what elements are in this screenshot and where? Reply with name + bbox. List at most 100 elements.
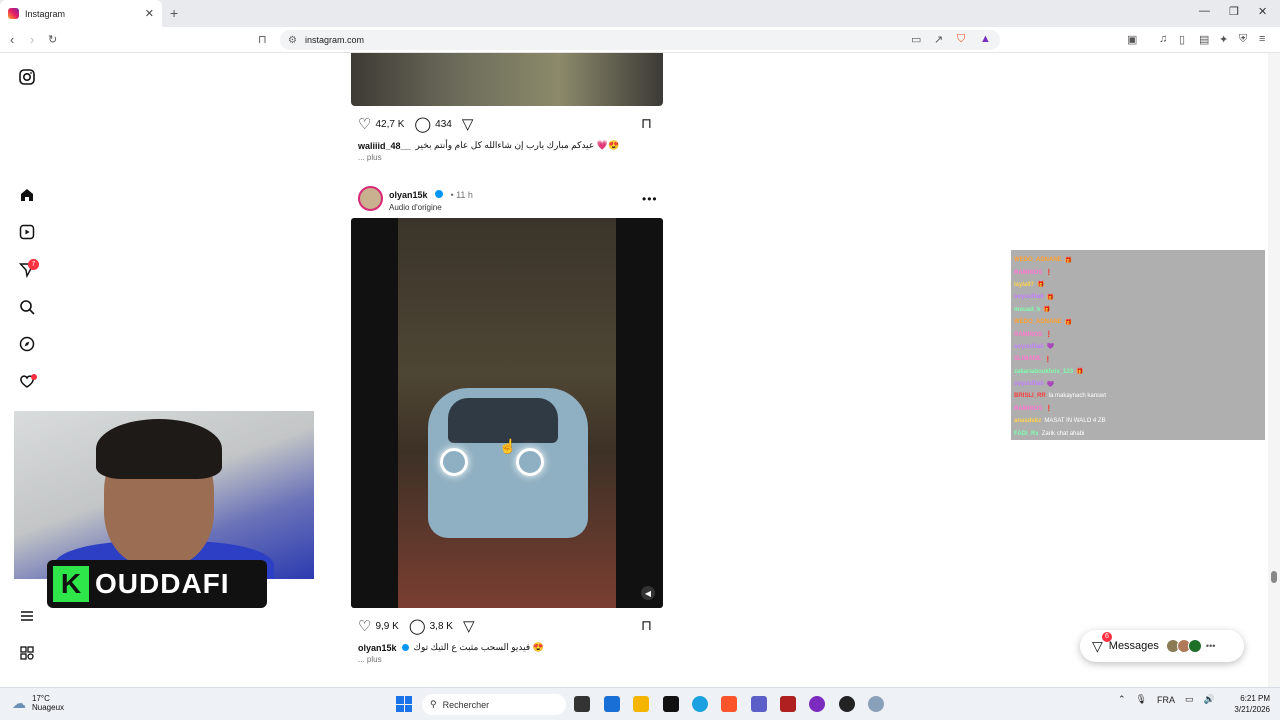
share-icon[interactable]: ▽ bbox=[463, 617, 475, 635]
mute-icon[interactable]: ◀ bbox=[641, 586, 655, 600]
edge-icon[interactable] bbox=[692, 696, 708, 712]
menu-icon[interactable] bbox=[18, 607, 36, 625]
browser-tab-bar: Instagram ✕ + — ❐ ✕ bbox=[0, 0, 1280, 27]
browser-toolbar: ‹ › ↻ ⊓ ⚙ instagram.com ▭ ↗ ⛉ ▲ ▣ ♫ ▯ ▤ … bbox=[0, 27, 1280, 53]
share-icon[interactable]: ↗ bbox=[934, 33, 943, 46]
post-username[interactable]: olyan15k bbox=[389, 190, 428, 200]
chat-message: RAMINOS ❗ bbox=[1011, 328, 1265, 340]
post-image[interactable] bbox=[351, 53, 663, 106]
close-window-icon[interactable]: ✕ bbox=[1258, 5, 1267, 18]
tab-close-icon[interactable]: ✕ bbox=[145, 7, 154, 20]
caption-username[interactable]: waliiid_48__ bbox=[358, 141, 411, 151]
site-info-icon[interactable]: ⚙ bbox=[288, 35, 297, 46]
cast-icon[interactable]: ▭ bbox=[911, 33, 921, 46]
teams-icon[interactable] bbox=[751, 696, 767, 712]
instagram-logo-icon[interactable] bbox=[18, 68, 36, 86]
chat-username: RAMINOS bbox=[1014, 269, 1043, 276]
weather-widget[interactable]: ☁ 17°C Nuageux bbox=[12, 694, 64, 712]
chat-username: soyoufilali bbox=[1014, 294, 1044, 301]
wallet-icon[interactable]: ▤ bbox=[1199, 33, 1209, 46]
post-options-icon[interactable]: ••• bbox=[642, 192, 658, 206]
chat-text: la makaynach kanswt bbox=[1048, 393, 1107, 400]
browser-menu-icon[interactable]: ≡ bbox=[1259, 33, 1265, 45]
post2-caption: olyan15k فيديو السحب مثبت ع التيك توك 😍 bbox=[358, 642, 544, 653]
tiktok-icon[interactable] bbox=[663, 696, 679, 712]
explore-icon[interactable] bbox=[18, 335, 36, 353]
scrollbar-thumb[interactable] bbox=[1271, 571, 1277, 583]
taskbar-search[interactable]: ⚲ Rechercher bbox=[422, 694, 566, 715]
chat-text: 🎁 bbox=[1064, 257, 1073, 264]
post-audio[interactable]: Audio d'origine bbox=[389, 203, 473, 212]
save-icon[interactable]: ⊓ bbox=[641, 115, 652, 132]
bookmark-page-icon[interactable]: ⊓ bbox=[258, 33, 267, 46]
minimize-icon[interactable]: — bbox=[1199, 5, 1210, 17]
chat-message: RAMINOS ❗ bbox=[1011, 403, 1265, 415]
search-icon[interactable] bbox=[18, 298, 36, 316]
voicemod-icon[interactable] bbox=[780, 696, 796, 712]
comment-icon[interactable]: ◯ bbox=[414, 115, 431, 133]
like-icon[interactable]: ♡ bbox=[358, 617, 371, 635]
new-tab-button[interactable]: + bbox=[170, 5, 178, 21]
task-view-icon[interactable] bbox=[574, 696, 590, 712]
caption-more-link[interactable]: ... plus bbox=[358, 655, 382, 664]
tab-instagram[interactable]: Instagram ✕ bbox=[0, 0, 162, 27]
forward-icon[interactable]: › bbox=[30, 32, 34, 47]
post-video[interactable]: ◀ bbox=[351, 218, 663, 608]
home-icon[interactable] bbox=[18, 186, 36, 204]
comment-count: 434 bbox=[435, 118, 452, 130]
brave-shields-icon[interactable]: ⛉ bbox=[957, 33, 965, 46]
spotify-icon[interactable] bbox=[809, 696, 825, 712]
media-icon[interactable]: ♫ bbox=[1159, 33, 1167, 45]
page-scrollbar[interactable] bbox=[1268, 53, 1280, 687]
mouse-cursor-icon: ☝ bbox=[499, 438, 517, 454]
like-icon[interactable]: ♡ bbox=[358, 115, 371, 133]
chat-text: ❗ bbox=[1044, 356, 1052, 363]
weather-desc: Nuageux bbox=[32, 703, 65, 712]
messages-button[interactable]: ▽ 6 Messages ••• bbox=[1080, 630, 1244, 662]
chat-message: WEDO_ADNANE 🎁 bbox=[1011, 254, 1265, 266]
caption-text: فيديو السحب مثبت ع التيك توك 😍 bbox=[413, 642, 544, 652]
system-tray: ⌃ 🎙 FRA ▭ 🔊 bbox=[1118, 694, 1215, 705]
sidebar-panel-icon[interactable]: ▣ bbox=[1127, 33, 1137, 46]
leo-ai-icon[interactable]: ✦ bbox=[1219, 33, 1228, 46]
caption-more-link[interactable]: ... plus bbox=[358, 153, 382, 162]
like-count: 9,9 K bbox=[375, 620, 399, 632]
network-icon[interactable]: ▭ bbox=[1185, 694, 1194, 705]
avatar[interactable] bbox=[358, 186, 383, 211]
vpn-icon[interactable]: ⛨ bbox=[1239, 33, 1247, 46]
more-apps-icon[interactable] bbox=[18, 644, 36, 662]
headlight-left bbox=[440, 448, 468, 476]
back-icon[interactable]: ‹ bbox=[10, 32, 14, 47]
chat-message: FADI_Rx Zarik chat ahabi bbox=[1011, 427, 1265, 439]
settings-icon[interactable] bbox=[868, 696, 884, 712]
clock-date: 3/21/2026 bbox=[1234, 705, 1270, 714]
taskbar-clock[interactable]: 6:21 PM 3/21/2026 bbox=[1224, 693, 1270, 715]
brave-icon[interactable] bbox=[721, 696, 737, 712]
instagram-favicon-icon bbox=[8, 8, 19, 19]
chat-message: zakariaboukhris_123 🎁 bbox=[1011, 366, 1265, 378]
reload-icon[interactable]: ↻ bbox=[48, 33, 57, 46]
chat-username: soyoufilali bbox=[1014, 343, 1044, 350]
volume-icon[interactable]: 🔊 bbox=[1204, 694, 1215, 705]
caption-username[interactable]: olyan15k bbox=[358, 643, 397, 653]
chat-username: anasdebz bbox=[1014, 418, 1042, 425]
chat-message: mouad_k 🎁 bbox=[1011, 304, 1265, 316]
like-count: 42,7 K bbox=[375, 118, 405, 130]
share-icon[interactable]: ▽ bbox=[462, 115, 474, 133]
obs-icon[interactable] bbox=[839, 696, 855, 712]
language-indicator[interactable]: FRA bbox=[1157, 695, 1175, 705]
reels-icon[interactable] bbox=[18, 223, 36, 241]
chat-username: layla97 bbox=[1014, 281, 1035, 288]
reading-list-icon[interactable]: ▯ bbox=[1179, 33, 1185, 46]
comment-icon[interactable]: ◯ bbox=[409, 617, 426, 635]
store-icon[interactable] bbox=[604, 696, 620, 712]
save-icon[interactable]: ⊓ bbox=[641, 617, 652, 634]
brave-rewards-icon[interactable]: ▲ bbox=[980, 33, 991, 45]
microphone-icon[interactable]: 🎙 bbox=[1136, 694, 1147, 705]
file-explorer-icon[interactable] bbox=[633, 696, 649, 712]
car-window bbox=[448, 398, 558, 443]
chevron-up-icon[interactable]: ⌃ bbox=[1118, 694, 1126, 705]
start-button[interactable] bbox=[396, 696, 412, 712]
restore-icon[interactable]: ❐ bbox=[1229, 5, 1239, 18]
address-bar[interactable]: ⚙ instagram.com bbox=[280, 30, 1000, 50]
